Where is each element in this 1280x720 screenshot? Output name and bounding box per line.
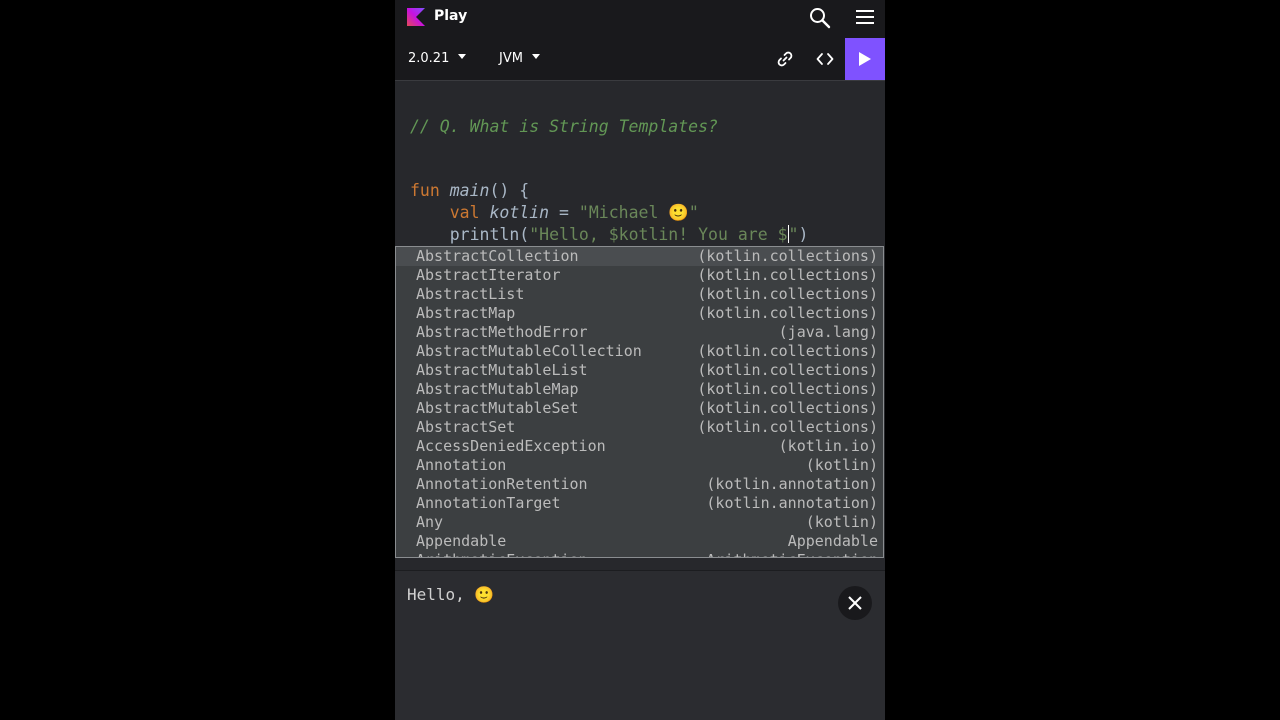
completion-item[interactable]: ArithmeticException ArithmeticException <box>396 551 883 557</box>
completion-item-package: (kotlin.collections) <box>697 266 878 284</box>
variable-name: kotlin <box>489 203 550 222</box>
template-string-end: " <box>788 225 799 244</box>
completion-item-name: AbstractIterator <box>416 266 561 284</box>
completion-item[interactable]: AbstractMutableList (kotlin.collections) <box>396 361 883 380</box>
completion-item-name: AbstractCollection <box>416 247 579 265</box>
completion-item-name: AbstractMutableMap <box>416 380 579 398</box>
completion-item-package: (kotlin.annotation) <box>706 494 878 512</box>
hamburger-menu-icon[interactable] <box>854 7 876 27</box>
code-icon[interactable] <box>816 50 834 68</box>
code-comment: // Q. What is String Templates? <box>410 117 718 136</box>
completion-item-name: AbstractMutableSet <box>416 399 579 417</box>
completion-item-name: AbstractList <box>416 285 525 303</box>
kotlin-logo-icon[interactable] <box>407 8 425 26</box>
completion-item-package: (kotlin.collections) <box>697 247 878 265</box>
string-literal: "Michael 🙂" <box>578 203 699 222</box>
println-close: ) <box>798 225 809 244</box>
completion-item-name: AccessDeniedException <box>416 437 606 455</box>
completion-item-package: (kotlin.collections) <box>697 304 878 322</box>
assign-op: = <box>549 203 579 222</box>
close-icon <box>848 596 862 610</box>
completion-item-name: AbstractSet <box>416 418 516 436</box>
search-icon[interactable] <box>808 6 832 30</box>
code-line-println: println("Hello, $kotlin! You are $") <box>410 224 808 246</box>
completion-item[interactable]: AbstractCollection (kotlin.collections) <box>396 247 883 266</box>
completion-item-package: (java.lang) <box>778 323 878 341</box>
completion-item[interactable]: AnnotationTarget (kotlin.annotation) <box>396 494 883 513</box>
completion-item-package: (kotlin.collections) <box>697 285 878 303</box>
close-output-button[interactable] <box>838 586 872 620</box>
completion-item-package: (kotlin) <box>805 456 878 474</box>
code-line-val: val kotlin = "Michael 🙂" <box>410 202 699 224</box>
completion-item-name: AbstractMap <box>416 304 516 322</box>
target-select[interactable]: JVM <box>499 51 540 66</box>
completion-item-package: (kotlin.collections) <box>697 342 878 360</box>
completion-item-name: Annotation <box>416 456 507 474</box>
completion-item-name: AbstractMutableList <box>416 361 588 379</box>
version-select[interactable]: 2.0.21 <box>408 51 467 66</box>
completion-item[interactable]: AbstractIterator (kotlin.collections) <box>396 266 883 285</box>
completion-item[interactable]: AbstractMutableSet (kotlin.collections) <box>396 399 883 418</box>
completion-item-package: (kotlin.collections) <box>697 418 878 436</box>
completion-item[interactable]: AbstractMap (kotlin.collections) <box>396 304 883 323</box>
keyword-val: val <box>449 203 480 222</box>
output-panel: Hello, 🙂 <box>395 570 885 720</box>
completion-item[interactable]: Any (kotlin) <box>396 513 883 532</box>
run-button[interactable] <box>845 38 885 80</box>
completion-item-name: AbstractMethodError <box>416 323 588 341</box>
completion-item-name: ArithmeticException <box>416 551 588 557</box>
brand-title[interactable]: Play <box>434 8 467 24</box>
println-call: println( <box>449 225 530 244</box>
completion-item-package: (kotlin) <box>805 513 878 531</box>
completion-item[interactable]: AbstractSet (kotlin.collections) <box>396 418 883 437</box>
completion-item[interactable]: AbstractList (kotlin.collections) <box>396 285 883 304</box>
completion-item-name: Appendable <box>416 532 507 550</box>
completion-item-package: Appendable <box>787 532 878 550</box>
template-string: "Hello, $kotlin! You are $ <box>529 225 788 244</box>
completion-item[interactable]: AbstractMutableCollection (kotlin.collect… <box>396 342 883 361</box>
completion-item-name: AnnotationTarget <box>416 494 561 512</box>
completion-item[interactable]: Appendable Appendable <box>396 532 883 551</box>
editor-toolbar: 2.0.21 JVM <box>395 38 885 81</box>
completion-item[interactable]: AccessDeniedException (kotlin.io) <box>396 437 883 456</box>
completion-item[interactable]: AnnotationRetention (kotlin.annotation) <box>396 475 883 494</box>
version-label: 2.0.21 <box>408 51 450 66</box>
completion-item-package: (kotlin.collections) <box>697 399 878 417</box>
fun-rest: () { <box>489 181 530 200</box>
chevron-down-icon <box>458 54 467 59</box>
completion-item-package: (kotlin.annotation) <box>706 475 878 493</box>
autocomplete-popup[interactable]: AbstractCollection (kotlin.collections) Ab… <box>395 246 884 558</box>
link-icon[interactable] <box>776 50 794 68</box>
completion-item-package: (kotlin.io) <box>778 437 878 455</box>
kotlin-playground: Play 2.0.21 JVM // Q. What is String Tem… <box>395 0 885 720</box>
top-header: Play <box>395 0 885 38</box>
play-icon <box>859 52 871 66</box>
completion-item[interactable]: AbstractMutableMap (kotlin.collections) <box>396 380 883 399</box>
function-name: main <box>449 181 490 200</box>
chevron-down-icon <box>531 54 540 59</box>
completion-item[interactable]: AbstractMethodError (java.lang) <box>396 323 883 342</box>
keyword-fun: fun <box>410 181 440 200</box>
completion-item-name: Any <box>416 513 444 531</box>
completion-item-name: AnnotationRetention <box>416 475 588 493</box>
output-text: Hello, 🙂 <box>407 585 495 604</box>
completion-item-name: AbstractMutableCollection <box>416 342 642 360</box>
completion-item[interactable]: Annotation (kotlin) <box>396 456 883 475</box>
completion-item-package: (kotlin.collections) <box>697 361 878 379</box>
completion-item-package: (kotlin.collections) <box>697 380 878 398</box>
target-label: JVM <box>499 51 523 66</box>
completion-item-package: ArithmeticException <box>706 551 878 557</box>
code-line-fun: fun main() { <box>410 180 529 202</box>
